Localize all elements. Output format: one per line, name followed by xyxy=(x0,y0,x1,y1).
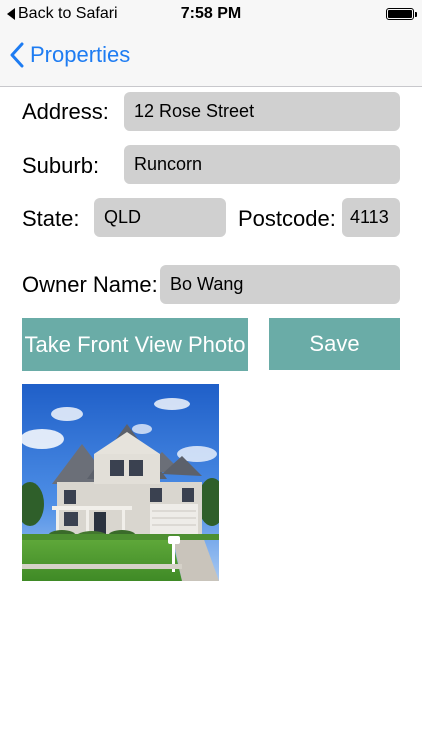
owner-name-field[interactable]: Bo Wang xyxy=(160,265,400,304)
owner-name-label: Owner Name: xyxy=(22,272,158,297)
chevron-left-icon xyxy=(10,42,24,68)
status-bar: Back to Safari 7:58 PM xyxy=(0,0,422,28)
postcode-field[interactable]: 4113 xyxy=(342,198,400,237)
battery-icon xyxy=(386,8,417,20)
navigation-bar: Properties xyxy=(0,28,422,87)
suburb-label: Suburb: xyxy=(22,153,100,178)
postcode-label: Postcode: xyxy=(238,206,336,231)
house-photo xyxy=(22,384,219,581)
take-front-view-photo-button[interactable]: Take Front View Photo xyxy=(22,318,248,371)
status-time: 7:58 PM xyxy=(180,5,242,22)
save-button[interactable]: Save xyxy=(269,318,400,370)
address-label: Address: xyxy=(22,99,109,124)
properties-back-button[interactable]: Properties xyxy=(10,42,130,68)
state-field[interactable]: QLD xyxy=(94,198,226,237)
suburb-field[interactable]: Runcorn xyxy=(124,145,400,184)
properties-back-label: Properties xyxy=(30,42,131,67)
address-field[interactable]: 12 Rose Street xyxy=(124,92,400,131)
state-label: State: xyxy=(22,206,80,231)
